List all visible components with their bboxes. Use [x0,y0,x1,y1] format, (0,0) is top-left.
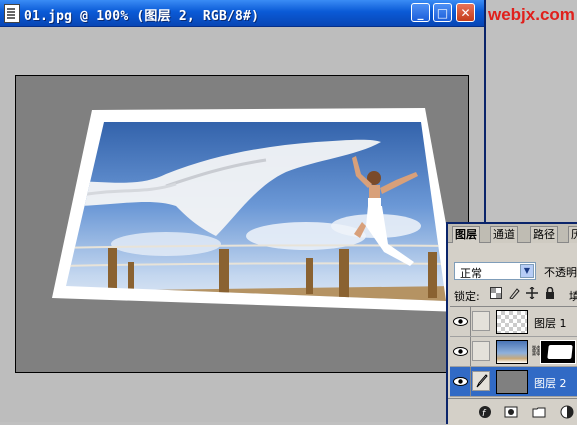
folder-icon[interactable] [532,405,546,419]
layer-row-photo[interactable]: ⛓ [450,337,577,367]
layer-list: 图层 1 ⛓ 图层 2 [450,306,577,397]
link-cell[interactable] [472,311,490,331]
visibility-toggle[interactable] [450,367,471,396]
layer-thumbnail [496,340,528,364]
link-cell[interactable] [472,371,490,391]
document-window: 01.jpg @ 100% (图层 2, RGB/8#) _ □ ✕ [0,0,486,422]
blend-mode-value: 正常 [460,267,482,280]
layer-thumbnail [496,310,528,334]
watermark-text: webjx.com [488,5,575,24]
minimize-button[interactable]: _ [411,3,430,22]
layer-style-icon[interactable]: f [478,405,492,419]
title-bar[interactable]: 01.jpg @ 100% (图层 2, RGB/8#) _ □ ✕ [0,0,484,27]
document-icon [4,4,20,23]
tab-paths[interactable]: 路径 [530,226,558,243]
layer-row-2[interactable]: 图层 2 [450,367,577,397]
visibility-toggle[interactable] [450,307,471,336]
eye-icon [453,317,468,326]
palette-footer: f [448,398,577,425]
blend-mode-select[interactable]: 正常 ▼ [454,262,536,280]
close-button[interactable]: ✕ [456,3,475,22]
adjustment-layer-icon[interactable] [560,405,574,419]
window-title: 01.jpg @ 100% (图层 2, RGB/8#) [24,9,260,24]
maximize-button[interactable]: □ [433,3,452,22]
layers-palette: 图层 通道 路径 历 正常 ▼ 不透明 锁定: 填 图层 [446,222,577,425]
link-cell[interactable] [472,341,490,361]
tab-channels[interactable]: 通道 [490,226,518,243]
add-mask-icon[interactable] [504,405,518,419]
palette-tabs: 图层 通道 路径 历 [448,224,577,243]
eye-icon [453,347,468,356]
lock-transparency-icon[interactable] [489,287,503,301]
eye-icon [453,377,468,386]
lock-icon[interactable] [543,286,557,301]
lock-row: 锁定: 填 [448,286,577,304]
layer-name: 图层 2 [534,377,567,390]
brush-icon[interactable] [507,287,521,301]
visibility-toggle[interactable] [450,337,471,366]
lock-label: 锁定: [454,290,480,303]
photo-frame [52,108,462,312]
fill-label: 填 [569,290,577,303]
layer-mask-thumbnail[interactable] [540,340,576,364]
opacity-label: 不透明 [544,266,577,279]
image-canvas[interactable] [15,75,469,373]
tab-history[interactable]: 历 [568,226,577,243]
move-icon[interactable] [525,286,539,301]
tab-layers[interactable]: 图层 [452,226,480,243]
layer-row-1[interactable]: 图层 1 [450,307,577,337]
mask-shape [547,345,573,359]
brush-icon [476,374,488,388]
chevron-down-icon[interactable]: ▼ [520,264,534,278]
layer-thumbnail [496,370,528,394]
layer-name: 图层 1 [534,317,567,330]
